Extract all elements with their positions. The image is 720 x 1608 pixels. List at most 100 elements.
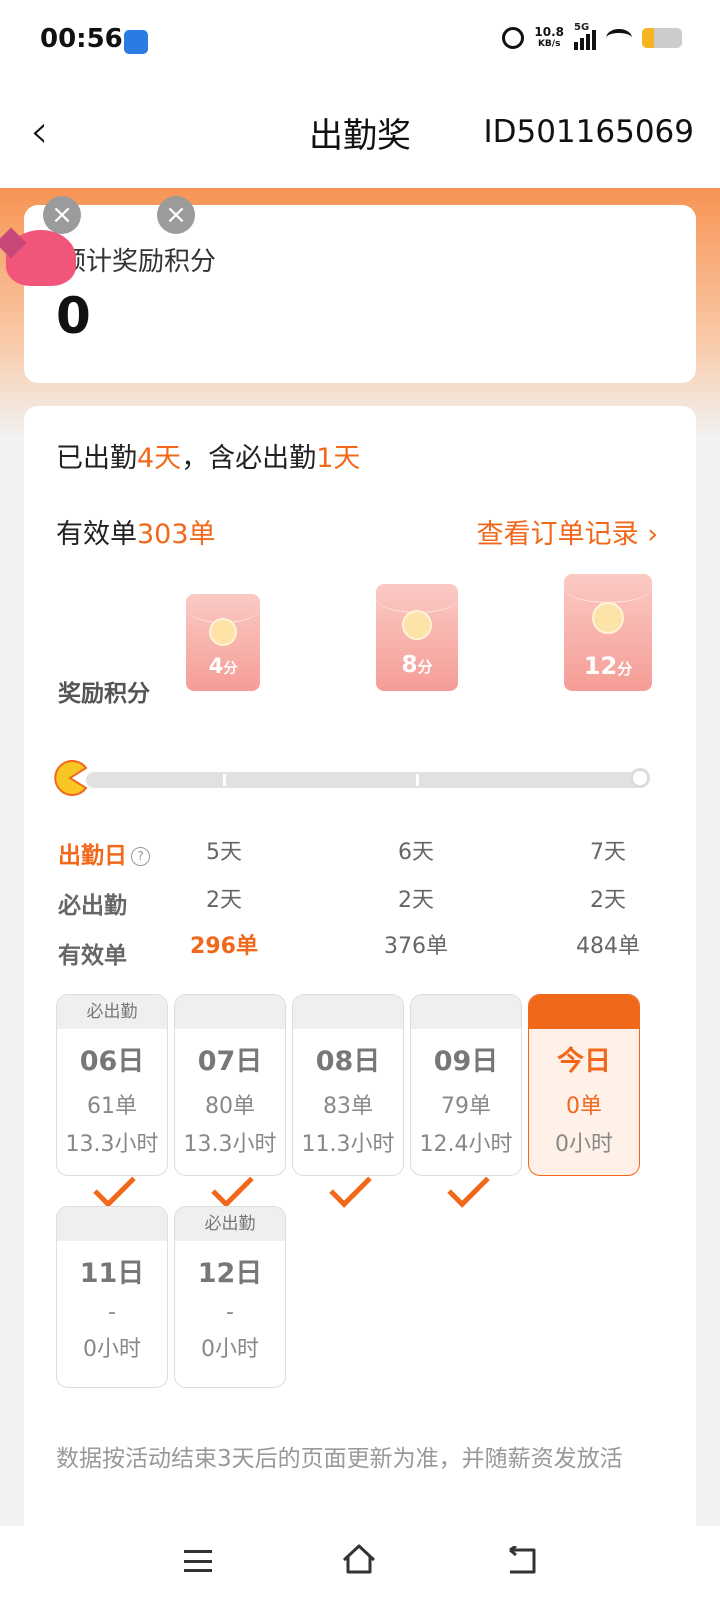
day-tag [411, 995, 521, 1029]
check-icon [447, 1165, 490, 1208]
system-nav-bar [0, 1526, 720, 1608]
day-card[interactable]: 07日 80单 13.3小时 [174, 994, 286, 1208]
valid-orders-summary: 有效单303单 [56, 512, 216, 551]
check-icon [93, 1165, 136, 1208]
tier-points-value: 8 [401, 652, 418, 678]
reward-summary-value: 0 [56, 287, 91, 345]
day-date: 06日 [79, 1046, 145, 1077]
day-tag [529, 995, 639, 1029]
requirement-cell: 5天 [206, 840, 242, 865]
day-card[interactable]: 08日 83单 11.3小时 [292, 994, 404, 1208]
requirement-cell: 376单 [384, 934, 448, 959]
net-speed-unit: KB/s [537, 39, 561, 49]
day-hours: 0小时 [555, 1132, 613, 1157]
day-tag [293, 995, 403, 1029]
network-type: 5G [574, 22, 590, 33]
close-icon[interactable]: × [157, 196, 195, 234]
day-orders: 61单 [87, 1094, 137, 1119]
tier-points-value: 4 [208, 654, 224, 678]
net-speed-value: 10.8 [534, 25, 564, 39]
day-hours: 13.3小时 [183, 1132, 277, 1157]
status-bar: 00:56 10.8 KB/s 5G [0, 0, 720, 86]
battery-icon [642, 28, 682, 48]
reward-tier-envelope: 12分 [564, 574, 652, 691]
question-icon[interactable]: ? [131, 847, 150, 866]
requirement-cell: 7天 [590, 840, 626, 865]
tier-points-unit: 分 [417, 658, 433, 676]
day-orders: 0单 [566, 1094, 602, 1119]
reward-summary-card: 预计奖励积分 0 [24, 205, 696, 383]
reward-tier-points: 4分 [186, 654, 260, 678]
title-bar: ‹ 出勤奖 ID501165069 [0, 86, 720, 188]
valid-orders-count: 303单 [137, 519, 216, 550]
attendance-card: 已出勤4天，含必出勤1天 有效单303单 查看订单记录 › 奖励积分 4分 8分… [24, 406, 696, 1546]
attendance-summary: 已出勤4天，含必出勤1天 [56, 436, 360, 475]
valid-orders-prefix: 有效单 [56, 519, 137, 550]
day-card[interactable]: 11日 - 0小时 [56, 1206, 168, 1388]
progress-tick [416, 774, 419, 786]
attendance-mid: ，含必出勤 [181, 443, 317, 474]
day-tag: 必出勤 [175, 1207, 285, 1241]
wifi-icon [606, 29, 632, 47]
day-tag [57, 1207, 167, 1241]
day-orders: 80单 [205, 1094, 255, 1119]
reward-tier-envelope: 8分 [376, 584, 458, 691]
alarm-icon [502, 27, 525, 49]
day-tag: 必出勤 [57, 995, 167, 1029]
day-date: 12日 [197, 1258, 263, 1289]
required-days: 1天 [316, 443, 361, 474]
check-icon [211, 1165, 254, 1208]
home-icon[interactable] [340, 1540, 378, 1578]
requirement-cell: 2天 [206, 888, 242, 913]
coin-icon [592, 602, 624, 634]
requirement-cell: 296单 [190, 934, 258, 959]
day-orders: - [226, 1300, 234, 1325]
status-time: 00:56 [40, 24, 123, 54]
requirement-cell: 6天 [398, 840, 434, 865]
attendance-prefix: 已出勤 [56, 443, 137, 474]
user-id: ID501165069 [483, 114, 694, 150]
tier-points-value: 12 [583, 652, 618, 680]
reward-points-label: 奖励积分 [58, 681, 150, 707]
close-icon[interactable]: × [43, 196, 81, 234]
mascot-icon[interactable] [6, 230, 76, 286]
day-card[interactable]: 必出勤 12日 - 0小时 [174, 1206, 286, 1388]
day-orders: 79单 [441, 1094, 491, 1119]
day-hours: 0小时 [83, 1337, 141, 1362]
attendance-days: 4天 [137, 443, 182, 474]
menu-icon[interactable] [184, 1550, 212, 1572]
day-card[interactable]: 必出勤 06日 61单 13.3小时 [56, 994, 168, 1208]
day-hours: 13.3小时 [65, 1132, 159, 1157]
footnote-text: 数据按活动结束3天后的页面更新为准，并随薪资发放活 [56, 1446, 623, 1472]
view-orders-label: 查看订单记录 [476, 519, 639, 550]
progress-track [86, 768, 650, 788]
tier-points-unit: 分 [223, 661, 238, 677]
day-tag [175, 995, 285, 1029]
day-card-today[interactable]: 今日 0单 0小时 [528, 994, 640, 1176]
day-date: 今日 [557, 1046, 611, 1077]
valid-orders-row-label: 有效单 [58, 943, 127, 969]
reward-tier-points: 12分 [564, 652, 652, 680]
check-icon [329, 1165, 372, 1208]
requirement-cell: 2天 [398, 888, 434, 913]
view-orders-link[interactable]: 查看订单记录 › [477, 512, 658, 551]
day-date: 07日 [197, 1046, 263, 1077]
day-hours: 12.4小时 [419, 1132, 513, 1157]
reward-tier-envelope: 4分 [186, 594, 260, 691]
reward-summary-label: 预计奖励积分 [60, 247, 217, 277]
day-orders: - [108, 1300, 116, 1325]
requirement-cell: 2天 [590, 888, 626, 913]
day-orders: 83单 [323, 1094, 373, 1119]
requirement-cell: 484单 [576, 934, 640, 959]
day-card[interactable]: 09日 79单 12.4小时 [410, 994, 522, 1208]
reward-tier-points: 8分 [376, 652, 458, 678]
app-icon [124, 30, 148, 54]
attendance-days-label: 出勤日 [58, 843, 127, 869]
progress-tick [223, 774, 226, 786]
day-date: 11日 [79, 1258, 145, 1289]
signal-group: 5G [574, 22, 596, 50]
day-hours: 11.3小时 [301, 1132, 395, 1157]
net-speed: 10.8 KB/s [534, 26, 564, 50]
back-icon[interactable] [504, 1546, 540, 1576]
chevron-right-icon: › [647, 519, 658, 550]
